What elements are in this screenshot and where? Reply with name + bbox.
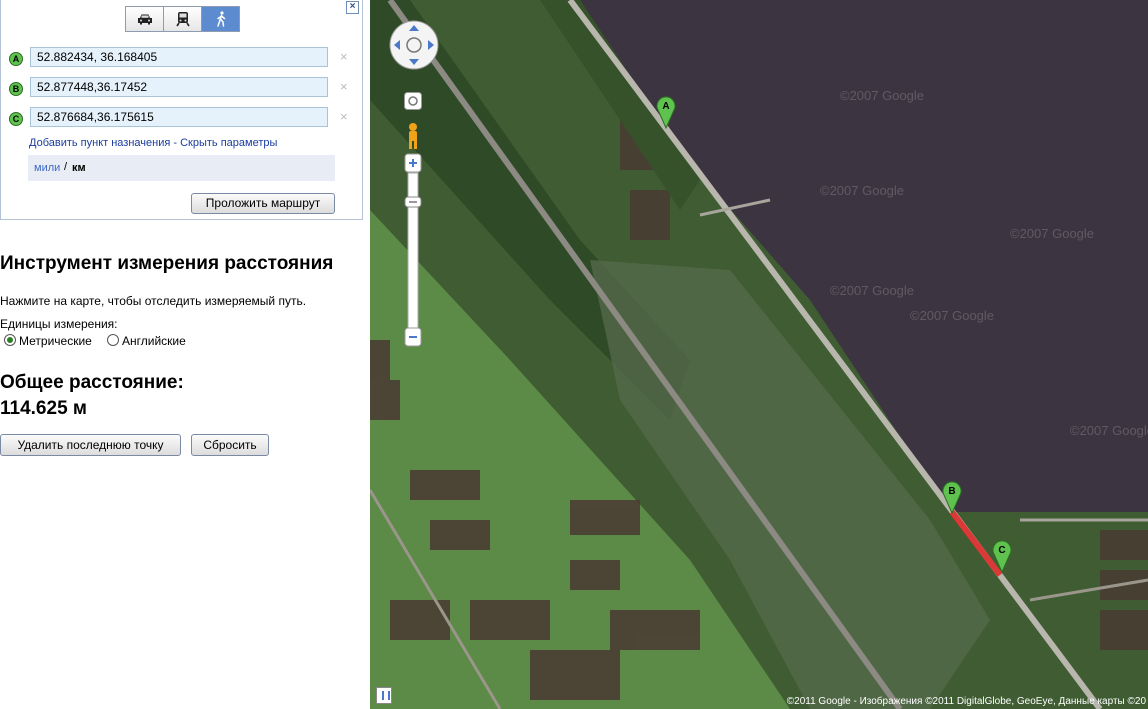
waypoint-c-input[interactable] — [30, 107, 328, 127]
zoom-slider[interactable] — [404, 153, 424, 349]
scale-icon — [376, 687, 392, 704]
car-icon — [137, 14, 152, 25]
watermark-text-5: ©2007 Google — [1070, 423, 1148, 438]
get-directions-button[interactable]: Проложить маршрут — [191, 193, 335, 214]
remove-waypoint-a-icon[interactable]: × — [340, 49, 348, 64]
pan-control[interactable] — [388, 19, 440, 71]
map-marker-b-label: B — [948, 486, 955, 497]
total-distance-label: Общее расстояние: — [0, 372, 184, 393]
watermark-text-1: ©2007 Google — [840, 88, 924, 103]
total-distance-value: 114.625 м — [0, 398, 87, 419]
units-label: Единицы измерения: — [0, 317, 118, 331]
close-icon[interactable]: × — [346, 1, 359, 14]
unit-separator: / — [64, 161, 68, 173]
measure-hint: Нажмите на карте, чтобы отследить измеря… — [0, 294, 307, 308]
watermark-text-3: ©2007 Google — [1010, 226, 1094, 241]
satellite-map[interactable]: ©2007 Google ©2007 Google ©2007 Google ©… — [370, 0, 1148, 709]
links-separator: - — [170, 137, 181, 149]
radio-unselected-icon — [107, 334, 119, 346]
directions-links: Добавить пункт назначения - Скрыть парам… — [29, 137, 277, 149]
watermark-text-4: ©2007 Google — [830, 283, 914, 298]
mode-walk-button[interactable] — [202, 7, 239, 31]
english-label: Английские — [122, 334, 186, 348]
map-marker-c-icon[interactable]: C — [991, 539, 1013, 573]
waypoint-marker-a-icon: A — [9, 52, 23, 66]
waypoint-marker-c-icon: C — [9, 112, 23, 126]
train-icon — [175, 12, 190, 27]
side-panel: × A × B × C × Добавит — [0, 0, 370, 709]
waypoint-row-a: A × — [9, 47, 354, 71]
english-radio[interactable]: Английские — [107, 334, 186, 348]
waypoint-row-c: C × — [9, 107, 354, 131]
metric-radio[interactable]: Метрические — [4, 334, 92, 348]
watermark-text-2: ©2007 Google — [820, 183, 904, 198]
add-destination-link[interactable]: Добавить пункт назначения — [29, 137, 170, 149]
unit-km-selected: км — [72, 162, 86, 174]
walking-person-icon — [216, 11, 225, 27]
remove-waypoint-c-icon[interactable]: × — [340, 109, 348, 124]
remove-waypoint-b-icon[interactable]: × — [340, 79, 348, 94]
metric-label: Метрические — [19, 334, 92, 348]
waypoint-b-input[interactable] — [30, 77, 328, 97]
travel-mode-selector — [125, 6, 240, 32]
map-marker-a-label: A — [662, 101, 669, 112]
unit-miles-link[interactable]: мили — [34, 162, 60, 174]
rotate-reset-icon[interactable] — [404, 92, 422, 110]
mode-transit-button[interactable] — [164, 7, 202, 31]
measure-tool-title: Инструмент измерения расстояния — [0, 253, 334, 274]
waypoint-row-b: B × — [9, 77, 354, 101]
radio-selected-icon — [4, 334, 16, 346]
map-marker-c-label: C — [998, 545, 1005, 556]
watermark-text-6: ©2007 Google — [910, 308, 994, 323]
satellite-imagery: ©2007 Google ©2007 Google ©2007 Google ©… — [370, 0, 1148, 709]
map-copyright: ©2011 Google - Изображения ©2011 Digital… — [786, 696, 1146, 707]
pegman-icon[interactable] — [404, 122, 422, 150]
directions-box: × A × B × C × Добавит — [0, 0, 363, 220]
delete-last-point-button[interactable]: Удалить последнюю точку — [0, 434, 181, 456]
map-marker-b-icon[interactable]: B — [941, 480, 963, 514]
waypoint-a-input[interactable] — [30, 47, 328, 67]
hide-options-link[interactable]: Скрыть параметры — [180, 137, 277, 149]
distance-units-row: мили / км — [28, 155, 335, 181]
mode-car-button[interactable] — [126, 7, 164, 31]
reset-button[interactable]: Сбросить — [191, 434, 269, 456]
waypoint-marker-b-icon: B — [9, 82, 23, 96]
map-marker-a-icon[interactable]: A — [655, 95, 677, 129]
